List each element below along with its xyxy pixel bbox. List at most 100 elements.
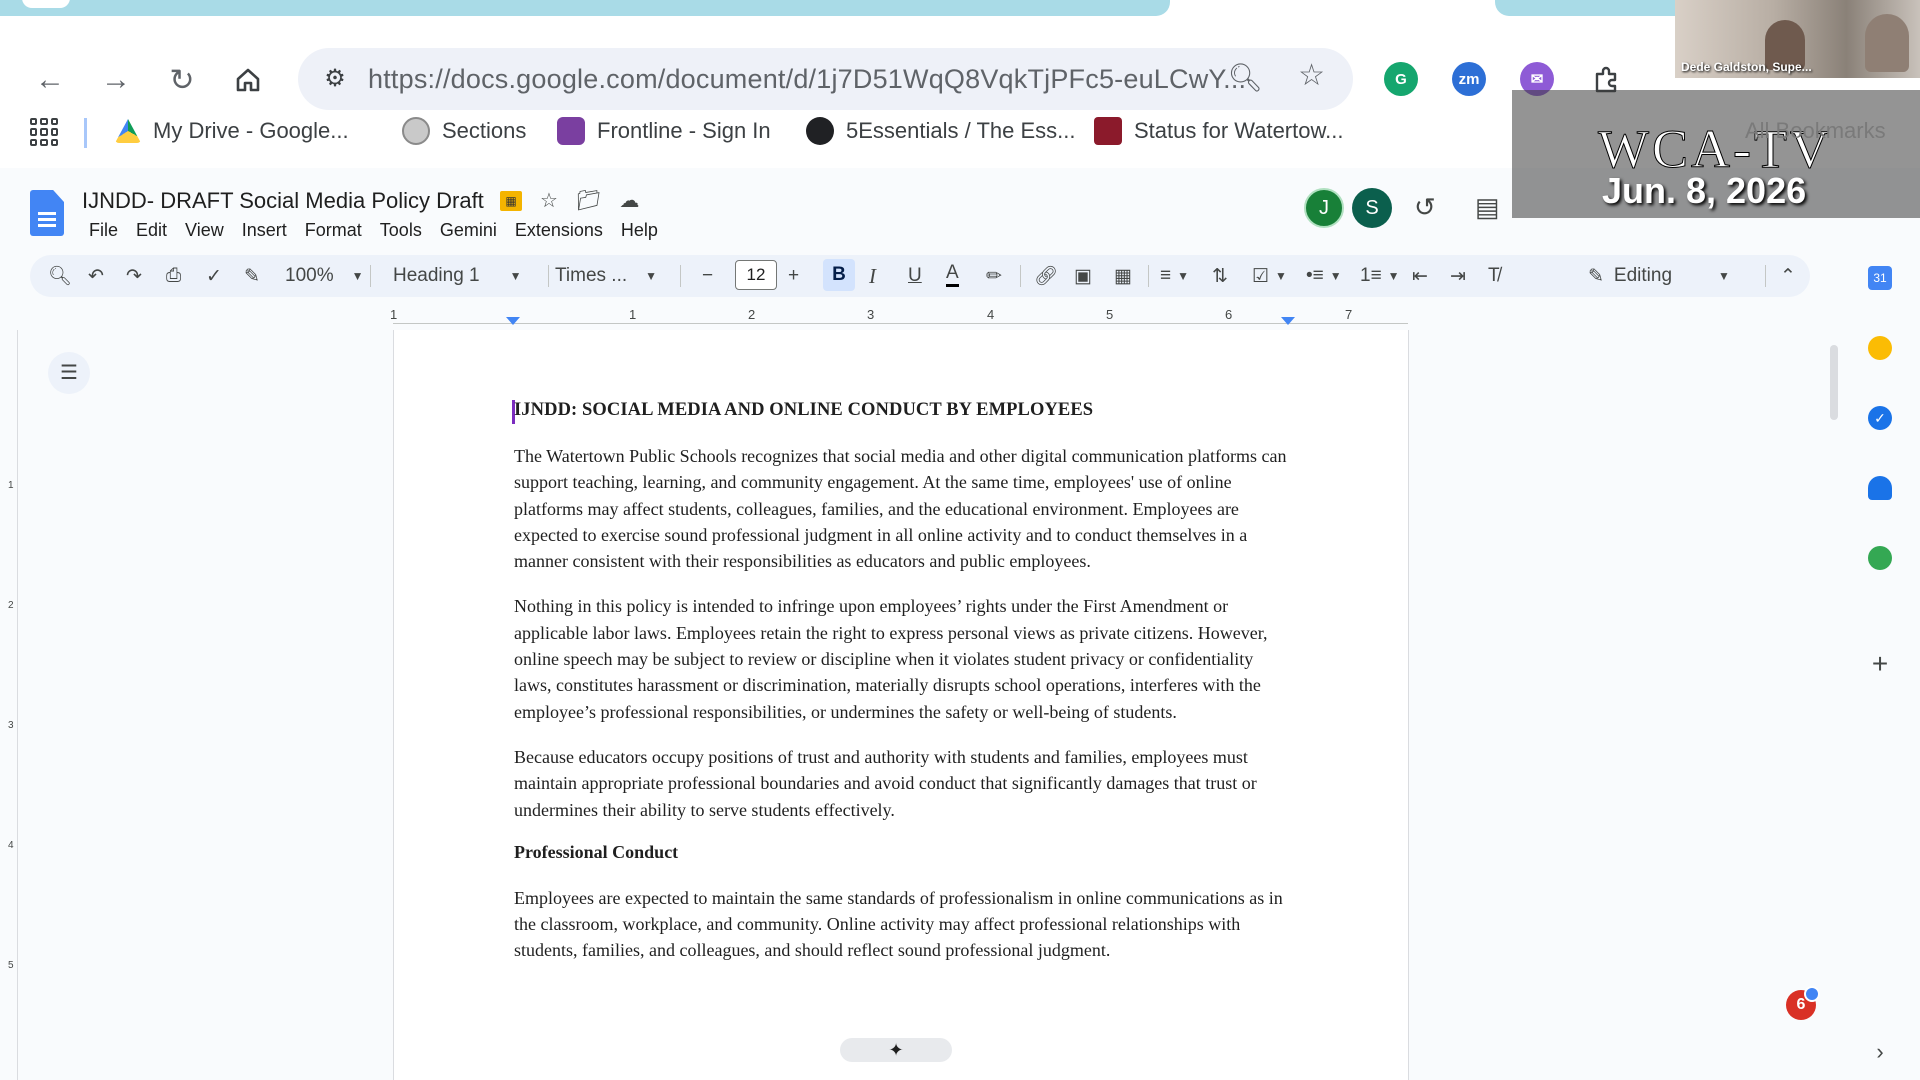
active-tab-strip[interactable] bbox=[0, 0, 1170, 16]
paragraph[interactable]: Employees are expected to maintain the s… bbox=[514, 885, 1294, 964]
horizontal-ruler[interactable]: 1 1 2 3 4 5 6 7 bbox=[390, 307, 1408, 327]
right-indent-marker[interactable] bbox=[1281, 317, 1295, 325]
document-heading[interactable]: IJNDD: SOCIAL MEDIA AND ONLINE CONDUCT B… bbox=[514, 400, 1294, 421]
grammarly-extension-icon[interactable]: G bbox=[1384, 62, 1418, 96]
paragraph[interactable]: The Watertown Public Schools recognizes … bbox=[514, 443, 1294, 574]
keep-bulb-icon[interactable] bbox=[1868, 336, 1892, 360]
tab-strip-right[interactable] bbox=[1495, 0, 1695, 16]
menu-format[interactable]: Format bbox=[296, 218, 371, 243]
zoom-extension-icon[interactable]: zm bbox=[1452, 62, 1486, 96]
broadcast-date: Jun. 8, 2026 bbox=[1602, 170, 1807, 211]
style-select[interactable]: Heading 1 ▼ bbox=[393, 261, 553, 291]
editing-mode-select[interactable]: ✎ Editing ▼ bbox=[1588, 261, 1758, 291]
vertical-scrollbar[interactable] bbox=[1830, 345, 1838, 420]
site-settings-icon[interactable]: ⚙ bbox=[318, 62, 352, 96]
pencil-icon: ✎ bbox=[1588, 265, 1604, 287]
collaborator-avatar-j[interactable]: J bbox=[1304, 188, 1344, 228]
participant-figure bbox=[1865, 14, 1909, 72]
zoom-select[interactable]: 100% ▼ bbox=[285, 261, 364, 291]
bulleted-list-icon[interactable]: •≡ ▼ bbox=[1306, 261, 1342, 291]
contacts-person-icon[interactable] bbox=[1868, 476, 1892, 500]
back-icon[interactable]: ← bbox=[30, 60, 70, 100]
home-icon[interactable] bbox=[228, 60, 268, 100]
menu-edit[interactable]: Edit bbox=[127, 218, 176, 243]
paragraph[interactable]: Nothing in this policy is intended to in… bbox=[514, 593, 1294, 724]
menu-file[interactable]: File bbox=[80, 218, 127, 243]
checklist-icon[interactable]: ☑ ▼ bbox=[1252, 261, 1287, 291]
calendar-icon[interactable]: 31 bbox=[1868, 266, 1892, 290]
comments-icon[interactable]: ▤ bbox=[1475, 192, 1500, 223]
document-page[interactable]: IJNDD: SOCIAL MEDIA AND ONLINE CONDUCT B… bbox=[393, 330, 1409, 1080]
google-docs-logo-icon[interactable] bbox=[30, 190, 64, 236]
italic-button[interactable]: I bbox=[869, 261, 876, 291]
font-select[interactable]: Times ... ▼ bbox=[555, 261, 657, 291]
notification-badge[interactable]: 6 bbox=[1786, 986, 1820, 1020]
add-addon-icon[interactable]: + bbox=[1868, 648, 1892, 679]
version-history-icon[interactable]: ↺ bbox=[1414, 192, 1436, 223]
document-body[interactable]: IJNDD: SOCIAL MEDIA AND ONLINE CONDUCT B… bbox=[514, 400, 1294, 983]
section-heading[interactable]: Professional Conduct bbox=[514, 842, 1294, 863]
undo-icon[interactable]: ↶ bbox=[88, 261, 104, 291]
insert-link-icon[interactable]: 🔗︎ bbox=[1034, 261, 1058, 291]
align-icon[interactable]: ≡ ▼ bbox=[1160, 261, 1189, 291]
move-folder-icon[interactable]: 📁︎ bbox=[576, 188, 601, 213]
chevron-down-icon: ▼ bbox=[1718, 269, 1730, 283]
zoom-value: 100% bbox=[285, 265, 334, 286]
increase-indent-icon[interactable]: ⇥ bbox=[1450, 261, 1466, 291]
redo-icon[interactable]: ↷ bbox=[126, 261, 142, 291]
gemini-sparkle-icon[interactable]: ✦ bbox=[840, 1038, 952, 1062]
menu-view[interactable]: View bbox=[176, 218, 233, 243]
zoom-lens-icon[interactable]: 🔍︎ bbox=[1227, 61, 1263, 94]
document-outline-icon[interactable]: ☰ bbox=[48, 352, 90, 394]
url-text[interactable]: https://docs.google.com/document/d/1j7D5… bbox=[368, 64, 1246, 95]
bookmark-my-drive[interactable]: My Drive - Google... bbox=[115, 114, 349, 148]
text-color-button[interactable]: A bbox=[946, 261, 959, 287]
globe-icon bbox=[806, 117, 834, 145]
star-icon[interactable]: ☆ bbox=[540, 188, 558, 213]
bookmark-5essentials[interactable]: 5Essentials / The Ess... bbox=[806, 114, 1075, 148]
bookmark-star-icon[interactable]: ☆ bbox=[1298, 58, 1325, 93]
document-title[interactable]: IJNDD- DRAFT Social Media Policy Draft bbox=[82, 188, 484, 214]
font-size-input[interactable]: 12 bbox=[735, 260, 777, 290]
decrease-indent-icon[interactable]: ⇤ bbox=[1412, 261, 1428, 291]
tasks-check-icon[interactable]: ✓ bbox=[1868, 406, 1892, 430]
school-seal-icon bbox=[402, 117, 430, 145]
decrease-font-size-icon[interactable]: − bbox=[702, 261, 713, 291]
bold-button[interactable]: B bbox=[823, 259, 855, 291]
numbered-list-icon[interactable]: 1≡ ▼ bbox=[1360, 261, 1400, 291]
reload-icon[interactable]: ↻ bbox=[162, 60, 202, 100]
spellcheck-icon[interactable]: ✓ bbox=[206, 261, 222, 291]
address-bar[interactable]: ⚙ https://docs.google.com/document/d/1j7… bbox=[298, 48, 1353, 110]
collaborator-avatar-s[interactable]: S bbox=[1352, 188, 1392, 228]
menu-help[interactable]: Help bbox=[612, 218, 667, 243]
apps-grid-icon[interactable] bbox=[30, 118, 58, 146]
all-bookmarks-link[interactable]: All Bookmarks bbox=[1745, 118, 1886, 144]
hide-menus-chevron-up-icon[interactable]: ⌃ bbox=[1780, 261, 1796, 291]
maps-pin-icon[interactable] bbox=[1868, 546, 1892, 570]
line-spacing-icon[interactable]: ⇅ bbox=[1212, 261, 1228, 291]
search-menus-icon[interactable]: 🔍︎ bbox=[48, 261, 72, 291]
menu-insert[interactable]: Insert bbox=[233, 218, 296, 243]
increase-font-size-icon[interactable]: + bbox=[788, 261, 799, 291]
clear-formatting-icon[interactable]: T̸ bbox=[1488, 261, 1500, 291]
print-icon[interactable]: ⎙ bbox=[166, 261, 181, 291]
bookmarks-divider bbox=[84, 118, 87, 148]
highlight-pen-icon[interactable]: ✏ bbox=[986, 261, 1002, 291]
paint-format-icon[interactable]: ✎ bbox=[244, 261, 260, 291]
left-indent-marker[interactable] bbox=[506, 317, 520, 325]
expand-panel-chevron-icon[interactable]: › bbox=[1868, 1039, 1892, 1064]
menu-tools[interactable]: Tools bbox=[371, 218, 431, 243]
paragraph[interactable]: Because educators occupy positions of tr… bbox=[514, 744, 1294, 823]
menu-gemini[interactable]: Gemini bbox=[431, 218, 506, 243]
insert-image-icon[interactable]: ▦ bbox=[1114, 261, 1132, 291]
bookmark-sections[interactable]: Sections bbox=[402, 114, 526, 148]
add-comment-icon[interactable]: ▣ bbox=[1074, 261, 1092, 291]
bookmark-status-watertown[interactable]: Status for Watertow... bbox=[1094, 114, 1343, 148]
cloud-saved-icon[interactable]: ☁ bbox=[619, 188, 639, 213]
underline-button[interactable]: U bbox=[908, 261, 922, 291]
draft-badge-icon[interactable]: ▦ bbox=[500, 190, 522, 211]
forward-icon[interactable]: → bbox=[96, 60, 136, 100]
menu-extensions[interactable]: Extensions bbox=[506, 218, 612, 243]
bookmark-frontline[interactable]: Frontline - Sign In bbox=[557, 114, 771, 148]
video-call-thumbnail[interactable]: Dede Galdston, Supe... bbox=[1675, 0, 1920, 78]
